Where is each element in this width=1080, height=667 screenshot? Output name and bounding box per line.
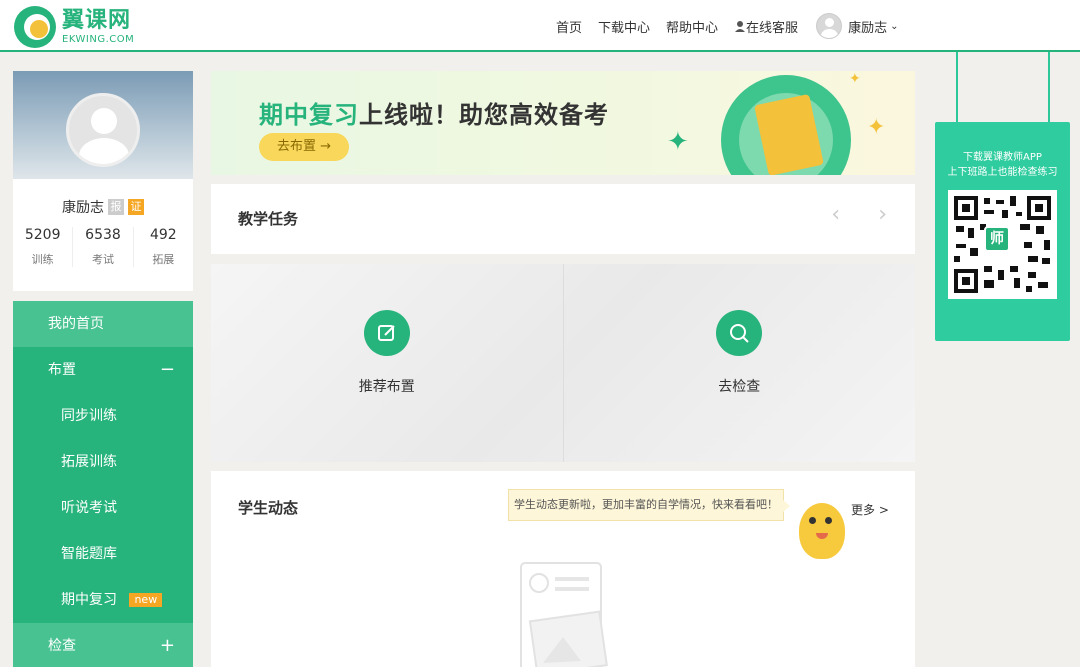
- profile-name: 康励志: [62, 200, 104, 216]
- chevron-left-icon[interactable]: ‹: [831, 202, 840, 227]
- top-header: 翼课网 EKWING.COM 首页 下载中心 帮助中心 在线客服 康励志 ⌄: [0, 0, 1080, 52]
- qr-hanger: [956, 52, 1050, 122]
- profile-card: 康励志 报 证 5209 训练 6538 考试 492 拓展: [13, 71, 193, 291]
- sparkle-icon: ✦: [667, 127, 689, 157]
- sidebar-item-midterm[interactable]: 期中复习 new: [13, 577, 193, 623]
- headset-icon: [735, 21, 746, 32]
- sidebar-item-listening-exam[interactable]: 听说考试: [13, 485, 193, 531]
- logo-mark-icon: [14, 6, 56, 48]
- student-activity-title: 学生动态: [238, 499, 299, 517]
- quick-actions: 推荐布置 去检查: [211, 264, 915, 462]
- stat-training: 5209 训练: [13, 227, 74, 267]
- certified-badge[interactable]: 证: [128, 199, 144, 215]
- new-badge: new: [129, 593, 163, 607]
- nav-download[interactable]: 下载中心: [598, 17, 650, 36]
- stat-extension: 492 拓展: [149, 227, 177, 266]
- go-check-button[interactable]: 去检查: [562, 264, 916, 462]
- banner-assign-button[interactable]: 去布置 →: [259, 133, 349, 161]
- sidebar-item-check[interactable]: 检查 +: [13, 623, 193, 667]
- teaching-task-card: 教学任务 ‹ ›: [211, 184, 915, 254]
- qr-line2: 上下班路上也能检查练习: [947, 167, 1058, 178]
- promo-banner[interactable]: 期中复习上线啦！助您高效备考 去布置 → ✦ ✦ ✦: [211, 71, 915, 175]
- sidebar-item-sync-training[interactable]: 同步训练: [13, 393, 193, 439]
- qr-code[interactable]: 师: [948, 190, 1057, 299]
- student-activity-card: 学生动态 学生动态更新啦，更加丰富的自学情况，快来看看吧！ 更多 >: [211, 471, 915, 667]
- user-menu[interactable]: 康励志 ⌄: [816, 13, 898, 39]
- profile-banner: [13, 71, 193, 179]
- sidebar-item-assign[interactable]: 布置 −: [13, 347, 193, 393]
- top-nav: 首页 下载中心 帮助中心 在线客服 康励志 ⌄: [556, 0, 898, 52]
- app-download-panel[interactable]: 下载翼课教师APP 上下班路上也能检查练习 师: [935, 122, 1070, 341]
- user-avatar: [816, 13, 843, 39]
- chevron-right-icon[interactable]: ›: [878, 202, 887, 227]
- sidebar-item-label: 期中复习: [61, 592, 117, 608]
- profile-stats: 5209 训练 6538 考试 492 拓展: [13, 227, 193, 267]
- nav-help[interactable]: 帮助中心: [666, 17, 718, 36]
- profile-avatar[interactable]: [66, 93, 140, 167]
- sparkle-icon: ✦: [867, 115, 886, 140]
- edit-icon: [363, 310, 410, 356]
- sidebar-item-question-bank[interactable]: 智能题库: [13, 531, 193, 577]
- recommend-assign-label: 推荐布置: [358, 379, 415, 395]
- empty-state-illustration: [520, 562, 608, 667]
- nav-home[interactable]: 首页: [556, 17, 582, 36]
- sidebar-menu: 我的首页 布置 − 同步训练 拓展训练 听说考试 智能题库 期中复习 new 检…: [13, 301, 193, 667]
- sidebar-item-extended-training[interactable]: 拓展训练: [13, 439, 193, 485]
- user-name: 康励志: [848, 20, 888, 36]
- chevron-down-icon: ⌄: [890, 20, 899, 32]
- expand-icon[interactable]: +: [160, 623, 175, 667]
- more-link[interactable]: 更多 >: [851, 501, 889, 518]
- qr-line1: 下载翼课教师APP: [963, 152, 1042, 163]
- report-badge[interactable]: 报: [108, 199, 124, 215]
- recommend-assign-button[interactable]: 推荐布置: [211, 264, 563, 462]
- collapse-icon[interactable]: −: [160, 347, 175, 393]
- teaching-task-title: 教学任务: [238, 210, 299, 228]
- sidebar-item-home[interactable]: 我的首页: [13, 301, 193, 347]
- logo-title: 翼课网: [62, 7, 132, 33]
- banner-title: 期中复习上线啦！助您高效备考: [259, 101, 609, 129]
- stat-exam: 6538 考试: [73, 227, 134, 267]
- go-check-label: 去检查: [718, 379, 761, 395]
- sidebar-item-label: 检查: [48, 638, 76, 654]
- search-icon: [716, 310, 763, 356]
- logo[interactable]: 翼课网 EKWING.COM: [14, 6, 134, 48]
- logo-subtitle: EKWING.COM: [62, 33, 135, 45]
- sidebar-item-label: 布置: [48, 362, 76, 378]
- sparkle-icon: ✦: [849, 71, 861, 87]
- activity-tooltip: 学生动态更新啦，更加丰富的自学情况，快来看看吧！: [508, 489, 790, 521]
- mascot-illustration: [799, 503, 845, 559]
- nav-service[interactable]: 在线客服: [734, 17, 798, 36]
- nav-service-label: 在线客服: [746, 20, 799, 36]
- teacher-app-icon: 师: [984, 226, 1010, 252]
